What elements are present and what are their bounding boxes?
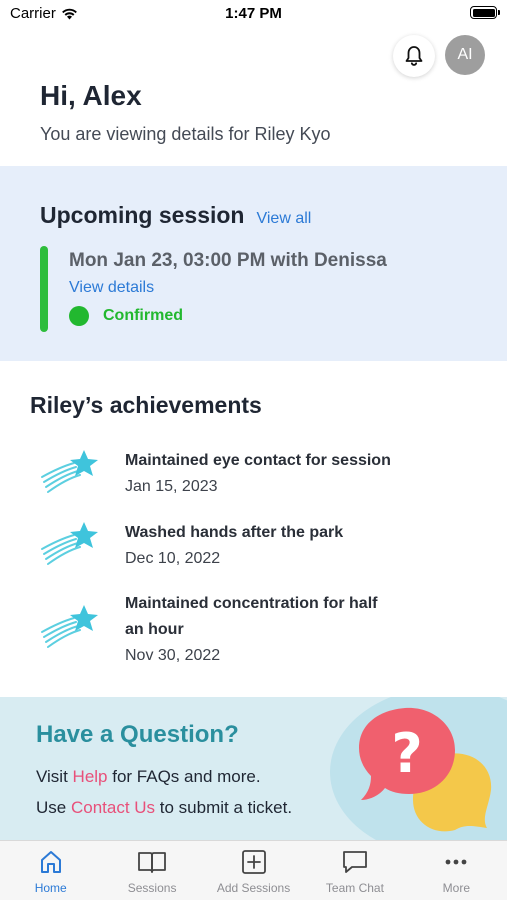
tab-more[interactable]: More xyxy=(406,841,507,900)
upcoming-session-card: Upcoming session View all Mon Jan 23, 03… xyxy=(0,166,507,361)
question-title: Have a Question? xyxy=(36,721,239,748)
contact-line-prefix: Use xyxy=(36,798,71,817)
session-status: Confirmed xyxy=(69,306,183,326)
tab-add-sessions[interactable]: Add Sessions xyxy=(203,841,304,900)
upcoming-header: Upcoming session View all xyxy=(40,202,311,229)
status-dot-icon xyxy=(69,306,89,326)
view-all-link[interactable]: View all xyxy=(256,210,311,228)
contact-line-suffix: to submit a ticket. xyxy=(155,798,293,817)
session-datetime: Mon Jan 23, 03:00 PM with Denissa xyxy=(69,250,387,271)
home-icon xyxy=(40,851,61,873)
achievement-date: Nov 30, 2022 xyxy=(125,647,221,664)
more-icon xyxy=(445,859,467,865)
notifications-button[interactable] xyxy=(393,35,435,77)
help-link[interactable]: Help xyxy=(73,767,108,786)
shooting-star-icon xyxy=(41,605,98,648)
achievement-title: Washed hands after the park xyxy=(125,524,344,541)
battery-icon xyxy=(470,6,500,19)
avatar[interactable]: AI xyxy=(445,35,485,75)
view-details-link[interactable]: View details xyxy=(69,279,154,297)
plus-square-icon xyxy=(241,850,266,874)
status-time: 1:47 PM xyxy=(225,5,282,22)
shooting-star-icon xyxy=(41,522,98,565)
achievement-date: Jan 15, 2023 xyxy=(125,478,218,495)
tab-add-sessions-label: Add Sessions xyxy=(216,881,291,895)
help-line-suffix: for FAQs and more. xyxy=(107,767,261,786)
contact-us-link[interactable]: Contact Us xyxy=(71,798,155,817)
status-label: Confirmed xyxy=(103,307,183,324)
greeting: Hi, Alex You are viewing details for Ril… xyxy=(40,80,331,145)
session-accent-bar xyxy=(40,246,48,332)
tab-team-chat[interactable]: Team Chat xyxy=(304,841,405,900)
question-banner: ? Have a Question? Visit Help for FAQs a… xyxy=(0,697,507,840)
tab-more-label: More xyxy=(442,881,470,895)
achievement-title: Maintained eye contact for session xyxy=(125,452,391,469)
question-bubble-icon: ? xyxy=(359,707,492,832)
upcoming-title: Upcoming session xyxy=(40,202,245,228)
achievement-date: Dec 10, 2022 xyxy=(125,550,221,567)
greeting-subtitle: You are viewing details for Riley Kyo xyxy=(40,124,331,144)
shooting-star-icon xyxy=(41,450,98,493)
tab-sessions-label: Sessions xyxy=(127,881,177,895)
bell-icon xyxy=(405,46,423,66)
tab-bar: Home Sessions Add Sessions Team Chat Mor… xyxy=(0,840,507,900)
achievement-title: Maintained concentration for half an hou… xyxy=(125,595,378,638)
help-line: Visit Help for FAQs and more. xyxy=(36,767,261,787)
svg-text:?: ? xyxy=(391,722,422,785)
contact-line: Use Contact Us to submit a ticket. xyxy=(36,798,292,818)
book-icon xyxy=(138,852,167,873)
tab-team-chat-label: Team Chat xyxy=(325,881,384,895)
tab-sessions[interactable]: Sessions xyxy=(101,841,202,900)
achievements-title: Riley’s achievements xyxy=(30,392,262,418)
greeting-title: Hi, Alex xyxy=(40,80,142,111)
status-bar: Carrier 1:47 PM xyxy=(0,0,507,28)
help-line-prefix: Visit xyxy=(36,767,73,786)
tab-home[interactable]: Home xyxy=(0,841,101,900)
tab-home-label: Home xyxy=(34,881,67,895)
chat-icon xyxy=(343,851,367,873)
